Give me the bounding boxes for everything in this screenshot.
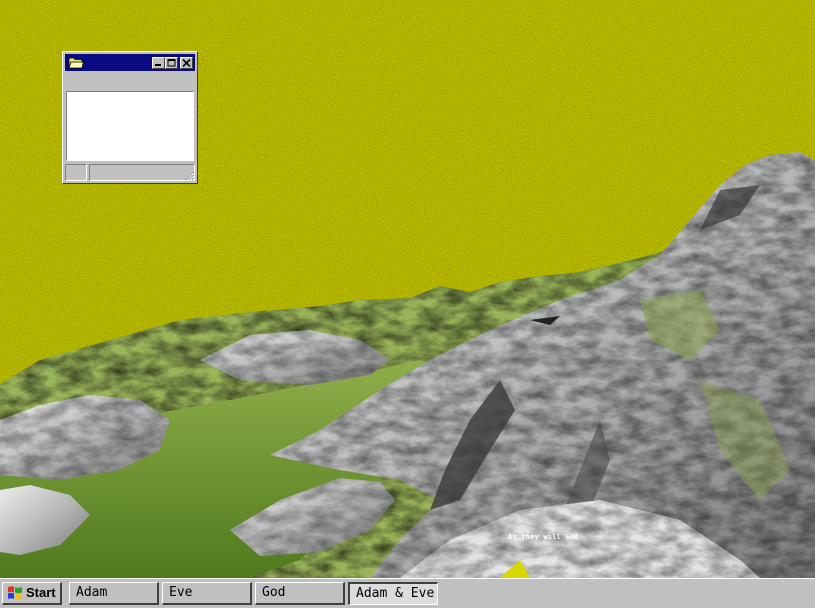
scene-caption: As they will God xyxy=(508,533,579,541)
start-button[interactable]: Start xyxy=(2,582,62,605)
explorer-window[interactable] xyxy=(62,51,198,184)
taskbar-item-label: God xyxy=(262,585,286,600)
taskbar-item-adam-and-eve[interactable]: Adam & Eve xyxy=(348,582,438,605)
window-client-area[interactable] xyxy=(66,91,194,161)
minimize-button[interactable] xyxy=(152,57,165,69)
maximize-button[interactable] xyxy=(165,57,178,69)
close-icon xyxy=(182,59,191,67)
taskbar-item-adam[interactable]: Adam xyxy=(69,582,159,605)
window-menubar xyxy=(65,72,195,90)
window-statusbar xyxy=(65,164,195,181)
taskbar: Start Adam Eve God Adam & Eve xyxy=(0,578,815,608)
folder-icon xyxy=(68,57,84,69)
taskbar-item-label: Eve xyxy=(169,585,193,600)
maximize-icon xyxy=(167,59,176,67)
status-panel-left xyxy=(65,164,87,181)
start-label: Start xyxy=(26,585,56,600)
resize-grip-icon[interactable] xyxy=(183,169,195,181)
status-panel-main xyxy=(89,164,195,181)
taskbar-item-eve[interactable]: Eve xyxy=(162,582,252,605)
close-button[interactable] xyxy=(180,57,193,69)
taskbar-item-label: Adam & Eve xyxy=(356,586,435,601)
windows-logo-icon xyxy=(8,586,22,600)
window-titlebar[interactable] xyxy=(65,54,195,71)
taskbar-item-god[interactable]: God xyxy=(255,582,345,605)
minimize-icon xyxy=(155,64,161,66)
taskbar-item-label: Adam xyxy=(76,585,108,600)
